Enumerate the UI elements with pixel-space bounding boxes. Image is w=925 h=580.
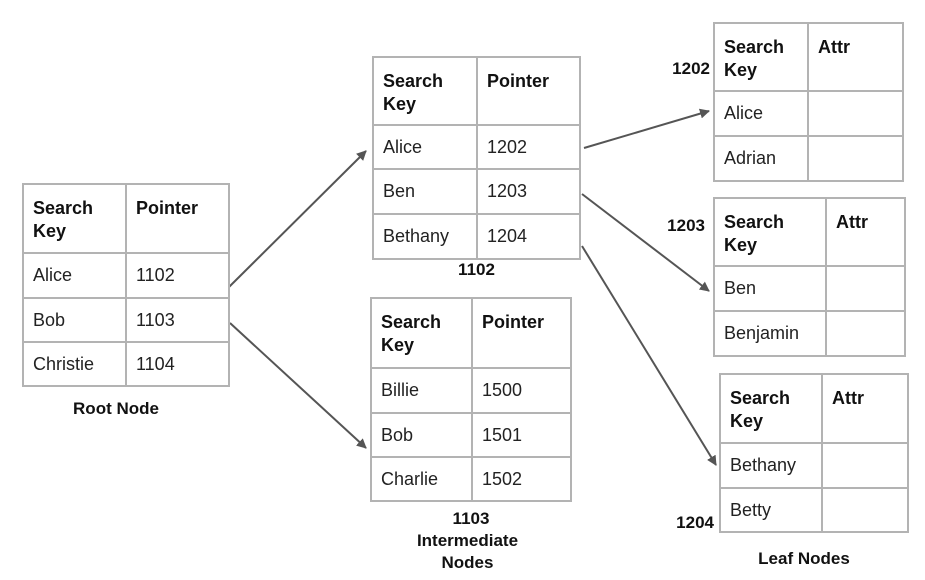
- header-search-key: Search Key: [713, 197, 827, 267]
- table-row: Charlie 1502: [370, 456, 572, 502]
- pointer-cell: 1104: [125, 341, 230, 387]
- key-cell: Christie: [22, 341, 127, 387]
- header-pointer: Pointer: [125, 183, 230, 254]
- table-row: Alice 1102: [22, 252, 230, 299]
- key-cell: Benjamin: [713, 310, 827, 357]
- table-row: Adrian: [713, 135, 904, 182]
- node-id-1203: 1203: [667, 216, 705, 235]
- table-header-row: Search Key Attr: [719, 373, 909, 444]
- header-pointer: Pointer: [476, 56, 581, 126]
- table-row: Bethany: [719, 442, 909, 489]
- key-cell: Betty: [719, 487, 823, 533]
- leaf-node-1203: Search Key Attr Ben Benjamin: [713, 197, 906, 357]
- attr-cell: [825, 265, 906, 312]
- pointer-cell: 1502: [471, 456, 572, 502]
- key-cell: Alice: [22, 252, 127, 299]
- key-cell: Ben: [372, 168, 478, 215]
- table-row: Bob 1103: [22, 297, 230, 343]
- arrow-root-bob-to-1103: [229, 322, 367, 449]
- pointer-cell: 1501: [471, 412, 572, 458]
- table-row: Billie 1500: [370, 367, 572, 414]
- node-id-1204: 1204: [676, 513, 714, 532]
- header-attr: Attr: [821, 373, 909, 444]
- table-row: Alice: [713, 90, 904, 137]
- node-id-1102: 1102: [458, 260, 495, 279]
- table-row: Christie 1104: [22, 341, 230, 387]
- key-cell: Adrian: [713, 135, 809, 182]
- header-search-key: Search Key: [22, 183, 127, 254]
- table-header-row: Search Key Attr: [713, 22, 904, 92]
- attr-cell: [807, 135, 904, 182]
- table-row: Alice 1202: [372, 124, 581, 170]
- key-cell: Bethany: [719, 442, 823, 489]
- key-cell: Bob: [22, 297, 127, 343]
- header-search-key: Search Key: [370, 297, 473, 369]
- root-node-caption: Root Node: [73, 399, 159, 418]
- root-node-table: Search Key Pointer Alice 1102 Bob 1103 C…: [22, 183, 230, 387]
- table-header-row: Search Key Pointer: [370, 297, 572, 369]
- table-row: Ben: [713, 265, 906, 312]
- leaf-nodes-caption: Leaf Nodes: [758, 549, 850, 568]
- attr-cell: [821, 442, 909, 489]
- key-cell: Bethany: [372, 213, 478, 260]
- pointer-cell: 1204: [476, 213, 581, 260]
- pointer-cell: 1102: [125, 252, 230, 299]
- arrow-1102-bethany-to-1204: [581, 245, 717, 466]
- header-attr: Attr: [825, 197, 906, 267]
- header-search-key: Search Key: [719, 373, 823, 444]
- intermediate-node-1102: Search Key Pointer Alice 1202 Ben 1203 B…: [372, 56, 581, 260]
- leaf-node-1202: Search Key Attr Alice Adrian: [713, 22, 904, 182]
- attr-cell: [825, 310, 906, 357]
- table-header-row: Search Key Pointer: [372, 56, 581, 126]
- header-search-key: Search Key: [713, 22, 809, 92]
- intermediate-nodes-caption: Intermediate Nodes: [416, 531, 519, 572]
- header-search-key: Search Key: [372, 56, 478, 126]
- table-row: Ben 1203: [372, 168, 581, 215]
- attr-cell: [807, 90, 904, 137]
- table-row: Betty: [719, 487, 909, 533]
- pointer-cell: 1103: [125, 297, 230, 343]
- table-row: Benjamin: [713, 310, 906, 357]
- pointer-cell: 1203: [476, 168, 581, 215]
- arrow-root-alice-to-1102: [228, 150, 367, 288]
- pointer-cell: 1202: [476, 124, 581, 170]
- header-attr: Attr: [807, 22, 904, 92]
- attr-cell: [821, 487, 909, 533]
- key-cell: Bob: [370, 412, 473, 458]
- key-cell: Ben: [713, 265, 827, 312]
- table-header-row: Search Key Pointer: [22, 183, 230, 254]
- table-row: Bob 1501: [370, 412, 572, 458]
- leaf-node-1204: Search Key Attr Bethany Betty: [719, 373, 909, 533]
- key-cell: Billie: [370, 367, 473, 414]
- key-cell: Charlie: [370, 456, 473, 502]
- arrow-1102-alice-to-1202: [583, 108, 710, 149]
- intermediate-node-1103: Search Key Pointer Billie 1500 Bob 1501 …: [370, 297, 572, 502]
- key-cell: Alice: [713, 90, 809, 137]
- table-row: Bethany 1204: [372, 213, 581, 260]
- pointer-cell: 1500: [471, 367, 572, 414]
- node-id-1202: 1202: [672, 59, 710, 78]
- header-pointer: Pointer: [471, 297, 572, 369]
- table-header-row: Search Key Attr: [713, 197, 906, 267]
- node-id-1103: 1103: [452, 509, 490, 528]
- key-cell: Alice: [372, 124, 478, 170]
